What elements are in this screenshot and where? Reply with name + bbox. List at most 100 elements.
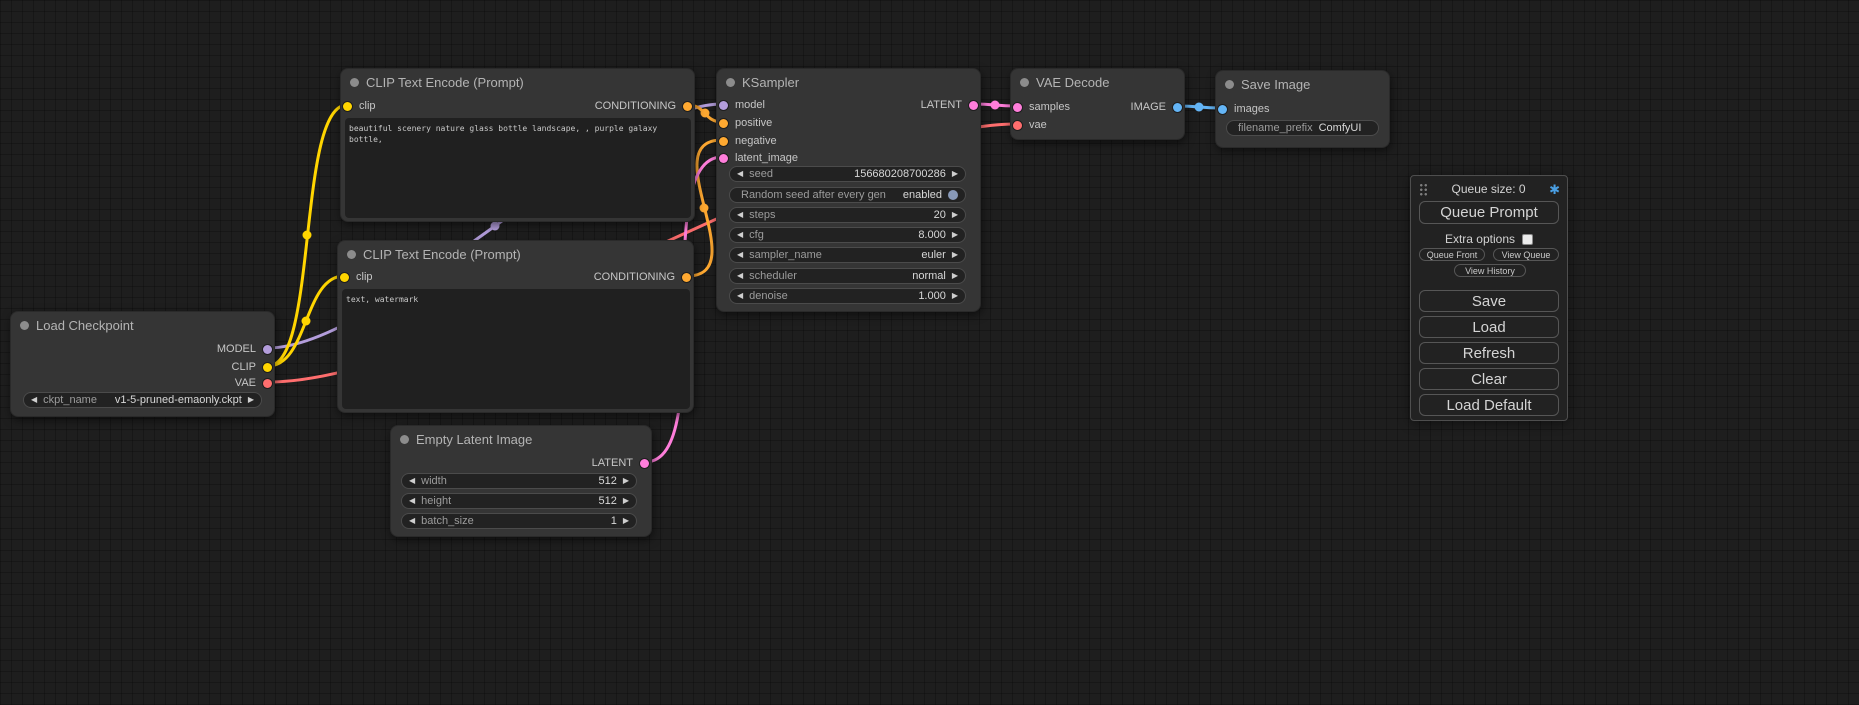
refresh-button[interactable]: Refresh (1419, 342, 1559, 364)
node-save-image[interactable]: Save Image images filename_prefix ComfyU… (1215, 70, 1390, 148)
slot-dot[interactable] (263, 379, 272, 388)
output-slot-latent[interactable]: LATENT (592, 456, 649, 470)
decrement-arrow-icon[interactable]: ◀ (737, 231, 743, 239)
collapse-dot-icon[interactable] (400, 435, 409, 444)
increment-arrow-icon[interactable]: ▶ (623, 517, 629, 525)
collapse-dot-icon[interactable] (726, 78, 735, 87)
slot-dot[interactable] (263, 363, 272, 372)
widget-width[interactable]: ◀ width 512 ▶ (401, 473, 637, 489)
widget-random-seed-toggle[interactable]: Random seed after every gen enabled (729, 187, 966, 203)
comfyui-canvas[interactable]: { "icons": { "left_arrow": "◀", "right_a… (0, 0, 1859, 705)
widget-sampler-name[interactable]: ◀ sampler_name euler ▶ (729, 247, 966, 263)
node-empty-latent-image[interactable]: Empty Latent Image LATENT ◀ width 512 ▶ … (390, 425, 652, 537)
collapse-dot-icon[interactable] (350, 78, 359, 87)
output-slot-vae[interactable]: VAE (235, 376, 272, 390)
input-slot-model[interactable]: model (719, 98, 765, 112)
node-title-bar[interactable]: Save Image (1216, 71, 1389, 97)
settings-gear-icon[interactable]: ✱ (1549, 183, 1560, 196)
queue-prompt-button[interactable]: Queue Prompt (1419, 201, 1559, 224)
input-slot-samples[interactable]: samples (1013, 100, 1070, 114)
node-title-bar[interactable]: KSampler (717, 69, 980, 95)
slot-dot[interactable] (719, 101, 728, 110)
view-history-button[interactable]: View History (1454, 264, 1526, 277)
widget-steps[interactable]: ◀ steps 20 ▶ (729, 207, 966, 223)
increment-arrow-icon[interactable]: ▶ (952, 272, 958, 280)
slot-dot[interactable] (263, 345, 272, 354)
input-slot-negative[interactable]: negative (719, 134, 777, 148)
increment-arrow-icon[interactable]: ▶ (952, 231, 958, 239)
clear-button[interactable]: Clear (1419, 368, 1559, 390)
increment-arrow-icon[interactable]: ▶ (248, 396, 254, 404)
slot-dot[interactable] (1218, 105, 1227, 114)
decrement-arrow-icon[interactable]: ◀ (737, 211, 743, 219)
collapse-dot-icon[interactable] (20, 321, 29, 330)
decrement-arrow-icon[interactable]: ◀ (409, 497, 415, 505)
decrement-arrow-icon[interactable]: ◀ (31, 396, 37, 404)
prompt-textarea[interactable]: beautiful scenery nature glass bottle la… (345, 118, 691, 218)
slot-dot[interactable] (1013, 103, 1022, 112)
slot-dot[interactable] (1173, 103, 1182, 112)
slot-dot[interactable] (640, 459, 649, 468)
increment-arrow-icon[interactable]: ▶ (952, 251, 958, 259)
queue-front-button[interactable]: Queue Front (1419, 248, 1485, 261)
widget-filename-prefix[interactable]: filename_prefix ComfyUI (1226, 120, 1379, 136)
widget-ckpt-name[interactable]: ◀ ckpt_name v1-5-pruned-emaonly.ckpt ▶ (23, 392, 262, 408)
widget-denoise[interactable]: ◀ denoise 1.000 ▶ (729, 288, 966, 304)
increment-arrow-icon[interactable]: ▶ (952, 292, 958, 300)
increment-arrow-icon[interactable]: ▶ (952, 211, 958, 219)
output-slot-latent[interactable]: LATENT (921, 98, 978, 112)
output-slot-clip[interactable]: CLIP (232, 360, 272, 374)
drag-handle-icon[interactable] (1419, 183, 1428, 196)
node-title-bar[interactable]: VAE Decode (1011, 69, 1184, 95)
widget-height[interactable]: ◀ height 512 ▶ (401, 493, 637, 509)
widget-scheduler[interactable]: ◀ scheduler normal ▶ (729, 268, 966, 284)
slot-dot[interactable] (719, 154, 728, 163)
node-title-bar[interactable]: CLIP Text Encode (Prompt) (341, 69, 694, 95)
save-button[interactable]: Save (1419, 290, 1559, 312)
input-slot-clip[interactable]: clip (340, 270, 373, 284)
output-slot-image[interactable]: IMAGE (1131, 100, 1182, 114)
node-ksampler[interactable]: KSampler model positive negative latent_… (716, 68, 981, 312)
input-slot-clip[interactable]: clip (343, 99, 376, 113)
slot-dot[interactable] (969, 101, 978, 110)
increment-arrow-icon[interactable]: ▶ (952, 170, 958, 178)
collapse-dot-icon[interactable] (1020, 78, 1029, 87)
input-slot-images[interactable]: images (1218, 102, 1269, 116)
slot-dot[interactable] (719, 137, 728, 146)
decrement-arrow-icon[interactable]: ◀ (409, 517, 415, 525)
decrement-arrow-icon[interactable]: ◀ (737, 251, 743, 259)
slot-dot[interactable] (719, 119, 728, 128)
input-slot-latent-image[interactable]: latent_image (719, 151, 798, 165)
node-clip-text-encode-positive[interactable]: CLIP Text Encode (Prompt) clip CONDITION… (340, 68, 695, 222)
widget-cfg[interactable]: ◀ cfg 8.000 ▶ (729, 227, 966, 243)
extra-options-checkbox[interactable] (1522, 234, 1533, 245)
output-slot-conditioning[interactable]: CONDITIONING (595, 99, 692, 113)
node-title-bar[interactable]: Load Checkpoint (11, 312, 274, 338)
decrement-arrow-icon[interactable]: ◀ (737, 272, 743, 280)
toggle-knob[interactable] (948, 190, 958, 200)
decrement-arrow-icon[interactable]: ◀ (737, 170, 743, 178)
widget-batch-size[interactable]: ◀ batch_size 1 ▶ (401, 513, 637, 529)
collapse-dot-icon[interactable] (1225, 80, 1234, 89)
slot-dot[interactable] (1013, 121, 1022, 130)
node-vae-decode[interactable]: VAE Decode samples vae IMAGE (1010, 68, 1185, 140)
slot-dot[interactable] (340, 273, 349, 282)
output-slot-conditioning[interactable]: CONDITIONING (594, 270, 691, 284)
decrement-arrow-icon[interactable]: ◀ (409, 477, 415, 485)
view-queue-button[interactable]: View Queue (1493, 248, 1559, 261)
widget-seed[interactable]: ◀ seed 156680208700286 ▶ (729, 166, 966, 182)
slot-dot[interactable] (343, 102, 352, 111)
input-slot-vae[interactable]: vae (1013, 118, 1047, 132)
input-slot-positive[interactable]: positive (719, 116, 772, 130)
decrement-arrow-icon[interactable]: ◀ (737, 292, 743, 300)
prompt-textarea[interactable]: text, watermark (342, 289, 690, 409)
node-load-checkpoint[interactable]: Load Checkpoint MODEL CLIP VAE ◀ ckpt_na… (10, 311, 275, 417)
increment-arrow-icon[interactable]: ▶ (623, 497, 629, 505)
slot-dot[interactable] (682, 273, 691, 282)
node-title-bar[interactable]: CLIP Text Encode (Prompt) (338, 241, 693, 267)
output-slot-model[interactable]: MODEL (217, 342, 272, 356)
slot-dot[interactable] (683, 102, 692, 111)
node-clip-text-encode-negative[interactable]: CLIP Text Encode (Prompt) clip CONDITION… (337, 240, 694, 413)
increment-arrow-icon[interactable]: ▶ (623, 477, 629, 485)
load-button[interactable]: Load (1419, 316, 1559, 338)
